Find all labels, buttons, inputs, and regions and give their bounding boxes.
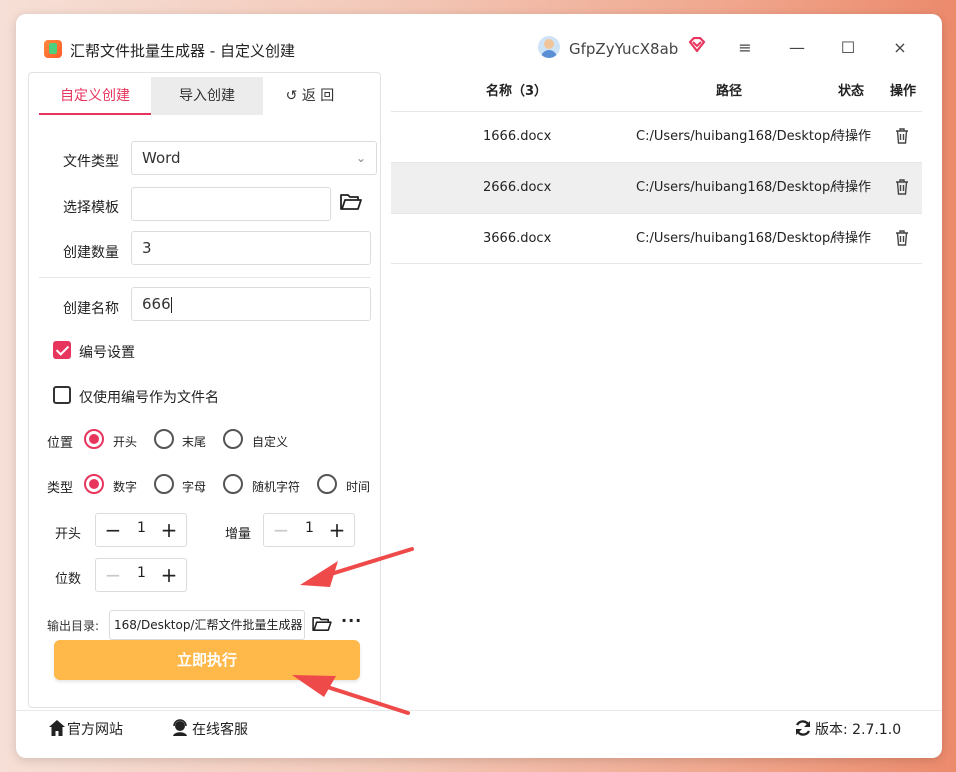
column-header-path: 路径 [716,84,743,99]
name-input-value: 666 [142,295,171,313]
position-option-end: 末尾 [182,435,207,449]
row-path: C:/Users/huibang168/Desktop/ [636,129,835,144]
row-name: 1666.docx [483,129,552,144]
username[interactable]: GfpZyYucX8ab [569,40,678,58]
settings-panel: 自定义创建 导入创建 ↺ 返 回 文件类型 Word ⌄ 选择模板 创建数量 3… [28,72,381,708]
type-label: 类型 [47,481,74,496]
start-value[interactable]: 1 [137,520,146,536]
more-options-icon[interactable]: ··· [341,611,362,630]
version-label: 版本: 2.7.1.0 [815,722,902,738]
window-title: 汇帮文件批量生成器 - 自定义创建 [70,42,295,60]
table-row[interactable]: 1666.docx C:/Users/huibang168/Desktop/ 待… [391,111,922,162]
back-button[interactable]: ↺ 返 回 [265,77,355,115]
position-option-custom: 自定义 [252,435,289,449]
row-status: 待操作 [832,180,872,195]
tab-custom-create[interactable]: 自定义创建 [39,77,151,115]
output-folder-icon[interactable] [312,616,332,632]
increment-label: 增量 [225,527,252,542]
template-label: 选择模板 [63,200,119,216]
user-avatar-icon[interactable] [538,36,560,58]
type-option-random: 随机字符 [252,480,301,494]
vip-diamond-icon[interactable] [688,37,706,53]
type-radio-letter[interactable] [154,474,174,494]
count-label: 创建数量 [63,245,119,261]
table-row[interactable]: 2666.docx C:/Users/huibang168/Desktop/ 待… [391,162,922,213]
row-name: 3666.docx [483,231,552,246]
position-option-start: 开头 [113,435,138,449]
digits-label: 位数 [55,572,82,587]
text-cursor [170,296,172,313]
digits-stepper: − 1 + [95,558,187,592]
tab-import-create[interactable]: 导入创建 [151,77,263,115]
increment-stepper: − 1 + [263,513,355,547]
file-type-value: Word [142,149,181,167]
online-support-link[interactable]: 在线客服 [192,719,248,739]
type-option-letter: 字母 [182,480,207,494]
folder-open-icon[interactable] [340,193,362,211]
chevron-down-icon: ⌄ [355,151,366,165]
row-status: 待操作 [832,129,872,144]
numbering-checkbox[interactable] [53,341,71,359]
refresh-icon[interactable] [794,719,812,737]
type-radio-number[interactable] [84,474,104,494]
digits-value[interactable]: 1 [137,565,146,581]
template-input[interactable] [131,187,331,221]
row-path: C:/Users/huibang168/Desktop/ [636,180,835,195]
position-label: 位置 [47,436,74,451]
increment-decrement-button[interactable]: − [270,518,292,542]
file-type-label: 文件类型 [63,154,119,170]
official-website-link[interactable]: 官方网站 [67,719,123,739]
run-now-button[interactable]: 立即执行 [54,640,360,680]
count-input[interactable]: 3 [131,231,371,265]
menu-icon[interactable]: ≡ [733,36,757,60]
row-path: C:/Users/huibang168/Desktop/ [636,231,835,246]
column-header-status: 状态 [838,84,865,99]
app-window: 汇帮文件批量生成器 - 自定义创建 GfpZyYucX8ab ≡ — ☐ × 自… [16,14,942,758]
type-radio-random[interactable] [223,474,243,494]
row-name: 2666.docx [483,180,552,195]
delete-icon[interactable] [895,128,909,144]
delete-icon[interactable] [895,230,909,246]
position-radio-start[interactable] [84,429,104,449]
app-logo-icon [44,40,62,58]
customer-service-icon[interactable] [171,719,189,737]
position-radio-custom[interactable] [223,429,243,449]
column-header-action: 操作 [890,84,917,99]
start-increment-button[interactable]: + [158,518,180,542]
start-label: 开头 [55,527,82,542]
digits-increment-button[interactable]: + [158,563,180,587]
section-divider [39,277,371,278]
increment-increment-button[interactable]: + [326,518,348,542]
delete-icon[interactable] [895,179,909,195]
start-decrement-button[interactable]: − [102,518,124,542]
close-button[interactable]: × [888,36,912,60]
file-type-select[interactable]: Word ⌄ [131,141,377,175]
digits-decrement-button[interactable]: − [102,563,124,587]
numbering-label: 编号设置 [79,345,135,361]
name-input[interactable]: 666 [131,287,371,321]
type-option-time: 时间 [346,480,371,494]
type-radio-time[interactable] [317,474,337,494]
only-number-checkbox[interactable] [53,386,71,404]
start-stepper: − 1 + [95,513,187,547]
row-status: 待操作 [832,231,872,246]
tab-bar: 自定义创建 导入创建 ↺ 返 回 [29,73,380,115]
position-radio-end[interactable] [154,429,174,449]
status-bar: 官方网站 在线客服 版本: 2.7.1.0 [16,710,942,748]
output-dir-label: 输出目录: [47,619,100,633]
output-dir-input[interactable]: 168/Desktop/汇帮文件批量生成器 [109,610,305,640]
type-option-number: 数字 [113,480,138,494]
table-row[interactable]: 3666.docx C:/Users/huibang168/Desktop/ 待… [391,213,922,264]
title-bar: 汇帮文件批量生成器 - 自定义创建 GfpZyYucX8ab ≡ — ☐ × [16,14,942,70]
only-number-label: 仅使用编号作为文件名 [79,390,219,406]
name-label: 创建名称 [63,301,119,317]
increment-value[interactable]: 1 [305,520,314,536]
home-icon[interactable] [48,719,66,737]
column-header-name: 名称（3） [486,84,548,99]
maximize-button[interactable]: ☐ [836,36,860,60]
minimize-button[interactable]: — [785,36,809,60]
